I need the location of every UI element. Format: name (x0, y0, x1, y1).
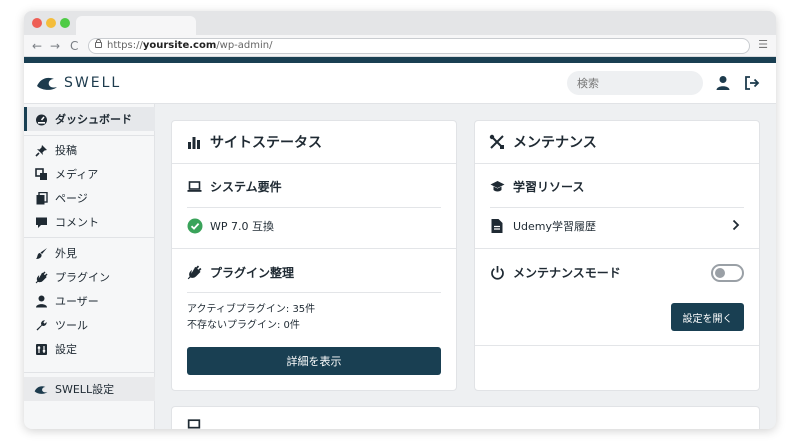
check-circle-icon (187, 218, 203, 234)
show-details-button[interactable]: 詳細を表示 (187, 347, 441, 375)
sidebar-item-plugins[interactable]: プラグイン (24, 265, 155, 289)
divider (490, 207, 744, 208)
swell-wave-icon (37, 77, 57, 90)
bar-chart-icon (186, 134, 202, 150)
sidebar-item-label: 設定 (55, 343, 77, 356)
admin-sidebar: ダッシュボード 投稿 メディア ページ コメント 外見 プラグイン ユーザー ツ… (24, 104, 155, 429)
sidebar-item-label: ユーザー (55, 295, 99, 308)
plug-icon (34, 270, 48, 284)
swell-logo[interactable]: SWELL (36, 73, 121, 93)
divider (475, 345, 759, 346)
divider (187, 207, 441, 208)
site-status-card: サイトステータス システム要件 WP 7.0 互換 プラグイン整理 アクティブプ… (171, 120, 457, 391)
tab-bar (24, 11, 776, 36)
graduation-cap-icon (490, 179, 505, 194)
sidebar-item-comments[interactable]: コメント (24, 210, 155, 234)
chevron-right-icon[interactable] (731, 219, 741, 235)
site-status-title: サイトステータス (172, 121, 322, 163)
browser-window: ← → C https://yoursite.com/wp-admin/ ☰ S… (24, 11, 776, 429)
reload-icon[interactable]: C (70, 38, 78, 54)
close-window-icon[interactable] (32, 18, 42, 28)
maintenance-card: メンテナンス 学習リソース Udemy学習履歴 メンテナンスモード 設定を開く (474, 120, 760, 391)
sidebar-divider (24, 135, 155, 136)
document-icon (491, 219, 503, 233)
sidebar-divider (24, 237, 155, 238)
tools-icon (489, 134, 505, 150)
sidebar-item-media[interactable]: メディア (24, 162, 155, 186)
sidebar-item-label: ダッシュボード (55, 113, 132, 126)
udemy-link[interactable]: Udemy学習履歴 (490, 217, 596, 235)
divider (172, 248, 456, 249)
sidebar-item-pages[interactable]: ページ (24, 186, 155, 210)
power-icon (490, 265, 505, 280)
wp-compat-text: WP 7.0 互換 (210, 220, 274, 233)
page-icon (34, 191, 48, 205)
browser-tab[interactable] (76, 16, 196, 36)
browser-menu-icon[interactable]: ☰ (758, 38, 768, 51)
comment-icon (34, 215, 48, 229)
maintenance-mode-toggle[interactable] (711, 264, 744, 282)
maximize-window-icon[interactable] (60, 18, 70, 28)
divider (187, 292, 441, 293)
sidebar-item-settings[interactable]: 設定 (24, 337, 155, 361)
url-host: yoursite.com (142, 40, 217, 51)
lock-icon (95, 39, 102, 48)
maintenance-title: メンテナンス (475, 121, 597, 163)
wp-compat-row: WP 7.0 互換 (187, 217, 274, 235)
plugin-cleanup-title: プラグイン整理 (187, 264, 294, 281)
sidebar-item-users[interactable]: ユーザー (24, 289, 155, 313)
missing-plugins-count: 不存ないプラグイン: 0件 (187, 320, 300, 331)
sidebar-item-label: ツール (55, 319, 88, 332)
media-icon (34, 167, 48, 181)
sidebar-item-label: ページ (55, 192, 88, 205)
user-icon[interactable] (715, 75, 731, 91)
lower-card (171, 406, 760, 429)
plug-icon (187, 265, 202, 280)
logout-icon[interactable] (744, 75, 760, 91)
search-input[interactable] (567, 71, 703, 95)
system-requirements-title: システム要件 (187, 178, 282, 195)
forward-icon[interactable]: → (50, 38, 60, 54)
active-plugins-count: アクティブプラグイン: 35件 (187, 304, 316, 315)
laptop-icon (187, 179, 202, 194)
browser-toolbar: ← → C https://yoursite.com/wp-admin/ ☰ (24, 35, 776, 57)
wrench-icon (34, 318, 48, 332)
url-path: /wp-admin/ (216, 40, 273, 51)
sidebar-item-swell-settings[interactable]: SWELL設定 (24, 377, 155, 401)
admin-header: SWELL (24, 63, 776, 104)
gauge-icon (34, 112, 48, 126)
sidebar-item-tools[interactable]: ツール (24, 313, 155, 337)
minimize-window-icon[interactable] (46, 18, 56, 28)
sidebar-divider (24, 372, 155, 373)
udemy-link-text: Udemy学習履歴 (513, 220, 597, 233)
sidebar-item-label: SWELL設定 (55, 383, 115, 396)
sidebar-item-posts[interactable]: 投稿 (24, 138, 155, 162)
divider (475, 163, 759, 164)
logo-text: SWELL (64, 75, 122, 91)
learning-resources-title: 学習リソース (490, 178, 584, 195)
dashboard-main: サイトステータス システム要件 WP 7.0 互換 プラグイン整理 アクティブプ… (155, 104, 776, 429)
maintenance-mode-title: メンテナンスモード (490, 264, 621, 281)
sidebar-item-label: 投稿 (55, 144, 77, 157)
sidebar-item-appearance[interactable]: 外見 (24, 241, 155, 265)
sidebar-item-label: メディア (55, 168, 99, 181)
back-icon[interactable]: ← (32, 38, 42, 54)
divider (475, 248, 759, 249)
address-bar[interactable]: https://yoursite.com/wp-admin/ (88, 38, 750, 54)
laptop-icon (186, 417, 202, 429)
user-icon (34, 294, 48, 308)
swell-icon (34, 382, 48, 396)
sidebar-item-label: 外見 (55, 247, 77, 260)
divider (172, 163, 456, 164)
url-scheme: https:// (107, 40, 143, 51)
settings-icon (34, 342, 48, 356)
toggle-knob (715, 268, 725, 278)
pin-icon (34, 143, 48, 157)
brush-icon (34, 246, 48, 260)
sidebar-item-label: プラグイン (55, 271, 110, 284)
sidebar-item-dashboard[interactable]: ダッシュボード (24, 107, 155, 131)
open-settings-button[interactable]: 設定を開く (671, 303, 744, 331)
sidebar-item-label: コメント (55, 216, 99, 229)
lower-card-title (172, 407, 210, 429)
